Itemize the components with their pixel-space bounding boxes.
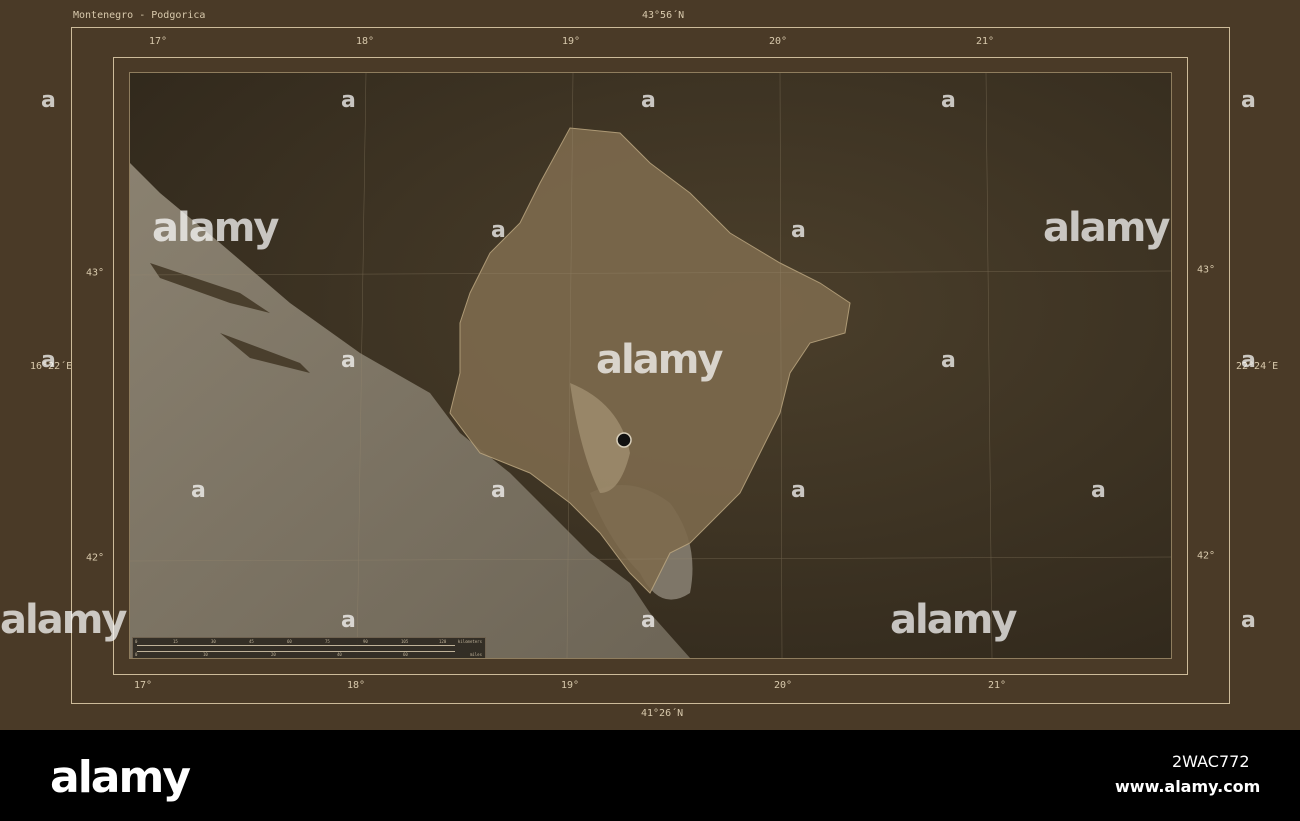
left-tick-label: 43°	[86, 267, 105, 279]
scale-bar: 0 15 30 45 60 75 90 105 120 kilometers 0…	[132, 637, 486, 658]
watermark-mark: a	[341, 608, 356, 633]
scale-mi-tick: 40	[337, 652, 342, 657]
top-tick-label: 20°	[768, 36, 788, 47]
watermark-mark: a	[191, 478, 206, 503]
watermark-mark: a	[941, 88, 956, 113]
right-tick-label: 43°	[1197, 264, 1216, 276]
scale-km-tick: 15	[173, 639, 178, 644]
watermark-mark: a	[941, 348, 956, 373]
watermark-logo: alamy	[890, 597, 1017, 643]
bottom-tick-label: 20°	[773, 680, 793, 691]
watermark-mark: a	[791, 218, 806, 243]
footer-url[interactable]: www.alamy.com	[1115, 777, 1260, 796]
right-tick-label: 42°	[1197, 550, 1216, 562]
scale-mi-unit: miles	[469, 652, 482, 657]
scale-km-tick: 75	[325, 639, 330, 644]
bottom-latitude-label: 41°26´N	[641, 708, 684, 719]
scale-km-tick: 0	[135, 639, 138, 644]
footer-bar: alamy 2WAC772 www.alamy.com	[0, 730, 1300, 821]
watermark-mark: a	[1241, 608, 1256, 633]
map-title: Montenegro - Podgorica	[73, 10, 206, 21]
watermark-mark: a	[1241, 348, 1256, 373]
watermark-logo: alamy	[1043, 205, 1170, 251]
watermark-mark: a	[641, 608, 656, 633]
top-tick-label: 18°	[355, 36, 375, 47]
scale-km-tick: 30	[211, 639, 216, 644]
scale-km-tick: 45	[249, 639, 254, 644]
top-latitude-label: 43°56´N	[642, 10, 685, 21]
scale-km-tick: 60	[287, 639, 292, 644]
watermark-logo: alamy	[152, 205, 279, 251]
scale-mi-tick: 0	[135, 652, 138, 657]
watermark-mark: a	[41, 348, 56, 373]
watermark-mark: a	[791, 478, 806, 503]
watermark-logo: alamy	[596, 337, 723, 383]
scale-mi-tick: 10	[203, 652, 208, 657]
watermark-mark: a	[491, 218, 506, 243]
bottom-tick-label: 18°	[346, 680, 366, 691]
watermark-mark: a	[41, 88, 56, 113]
top-tick-label: 17°	[148, 36, 168, 47]
watermark-mark: a	[1091, 478, 1106, 503]
watermark-mark: a	[641, 88, 656, 113]
scale-mi-tick: 20	[271, 652, 276, 657]
watermark-mark: a	[341, 348, 356, 373]
footer-logo: alamy	[50, 752, 191, 803]
scale-km-tick: 105	[401, 639, 409, 644]
scale-km-tick: 90	[363, 639, 368, 644]
top-tick-label: 21°	[975, 36, 995, 47]
scale-km-tick: 120	[439, 639, 447, 644]
bottom-tick-label: 21°	[987, 680, 1007, 691]
scale-bar-km-line	[137, 645, 455, 646]
scale-km-unit: kilometers	[457, 639, 482, 644]
bottom-tick-label: 19°	[560, 680, 580, 691]
watermark-mark: a	[341, 88, 356, 113]
scale-mi-tick: 60	[403, 652, 408, 657]
bottom-tick-label: 17°	[133, 680, 153, 691]
capital-marker-icon	[616, 432, 632, 448]
watermark-logo: alamy	[0, 597, 127, 643]
watermark-mark: a	[491, 478, 506, 503]
left-tick-label: 42°	[86, 552, 105, 564]
map-frame: Montenegro - Podgorica 43°56´N 41°26´N 1…	[0, 0, 1300, 730]
top-tick-label: 19°	[561, 36, 581, 47]
watermark-mark: a	[1241, 88, 1256, 113]
image-id: 2WAC772	[1172, 752, 1250, 771]
